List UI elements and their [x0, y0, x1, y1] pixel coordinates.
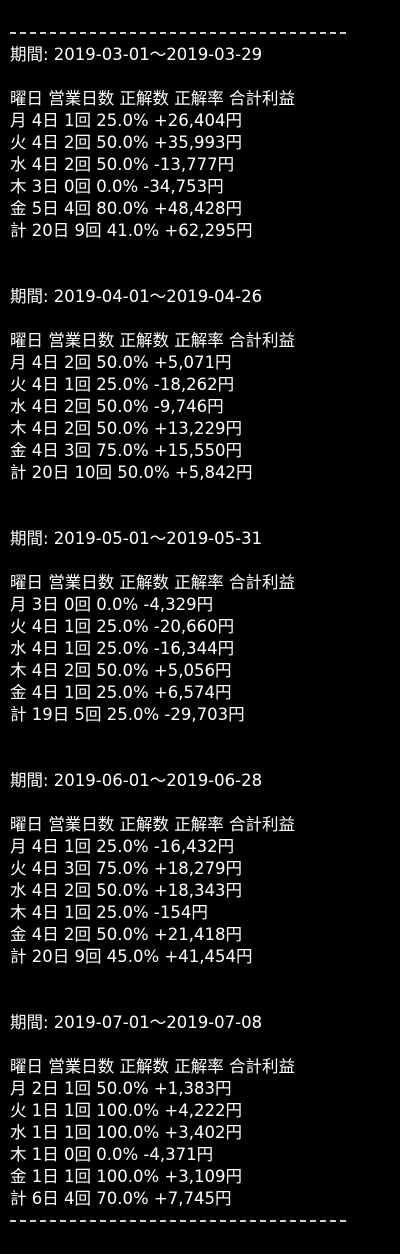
row-total: 計 20日 9回 41.0% +62,295円 — [10, 221, 253, 240]
row-total: 計 19日 5回 25.0% -29,703円 — [10, 705, 245, 724]
row-thursday: 木 4日 1回 25.0% -154円 — [10, 903, 208, 922]
period-label: 期間: 2019-03-01〜2019-03-29 — [10, 45, 263, 64]
period-section: 期間: 2019-06-01〜2019-06-28 曜日 営業日数 正解数 正解… — [10, 770, 395, 968]
row-total: 計 6日 4回 70.0% +7,745円 — [10, 1189, 232, 1208]
row-thursday: 木 4日 2回 50.0% +5,056円 — [10, 661, 232, 680]
row-tuesday: 火 4日 3回 75.0% +18,279円 — [10, 859, 242, 878]
column-header: 曜日 営業日数 正解数 正解率 合計利益 — [10, 89, 295, 108]
row-wednesday: 水 1日 1回 100.0% +3,402円 — [10, 1123, 242, 1142]
row-tuesday: 火 4日 2回 50.0% +35,993円 — [10, 133, 242, 152]
row-thursday: 木 4日 2回 50.0% +13,229円 — [10, 419, 242, 438]
row-friday: 金 4日 3回 75.0% +15,550円 — [10, 441, 242, 460]
period-label: 期間: 2019-06-01〜2019-06-28 — [10, 771, 263, 790]
row-thursday: 木 3日 0回 0.0% -34,753円 — [10, 177, 224, 196]
row-monday: 月 2日 1回 50.0% +1,383円 — [10, 1079, 232, 1098]
top-separator — [10, 32, 346, 36]
row-friday: 金 4日 2回 50.0% +21,418円 — [10, 925, 242, 944]
row-monday: 月 4日 1回 25.0% +26,404円 — [10, 111, 242, 130]
row-wednesday: 水 4日 2回 50.0% -9,746円 — [10, 397, 224, 416]
row-total: 計 20日 9回 45.0% +41,454円 — [10, 947, 253, 966]
period-label: 期間: 2019-07-01〜2019-07-08 — [10, 1013, 263, 1032]
column-header: 曜日 営業日数 正解数 正解率 合計利益 — [10, 573, 295, 592]
period-label: 期間: 2019-05-01〜2019-05-31 — [10, 529, 263, 548]
row-friday: 金 5日 4回 80.0% +48,428円 — [10, 199, 242, 218]
period-section: 期間: 2019-05-01〜2019-05-31 曜日 営業日数 正解数 正解… — [10, 528, 395, 726]
row-monday: 月 4日 2回 50.0% +5,071円 — [10, 353, 232, 372]
row-wednesday: 水 4日 2回 50.0% -13,777円 — [10, 155, 235, 174]
page: 期間: 2019-03-01〜2019-03-29 曜日 営業日数 正解数 正解… — [0, 0, 400, 1254]
row-monday: 月 4日 1回 25.0% -16,432円 — [10, 837, 235, 856]
period-section: 期間: 2019-03-01〜2019-03-29 曜日 営業日数 正解数 正解… — [10, 44, 395, 242]
column-header: 曜日 営業日数 正解数 正解率 合計利益 — [10, 815, 295, 834]
row-wednesday: 水 4日 1回 25.0% -16,344円 — [10, 639, 235, 658]
row-tuesday: 火 1日 1回 100.0% +4,222円 — [10, 1101, 242, 1120]
row-tuesday: 火 4日 1回 25.0% -20,660円 — [10, 617, 235, 636]
row-friday: 金 1日 1回 100.0% +3,109円 — [10, 1167, 242, 1186]
period-label: 期間: 2019-04-01〜2019-04-26 — [10, 287, 263, 306]
row-tuesday: 火 4日 1回 25.0% -18,262円 — [10, 375, 235, 394]
row-monday: 月 3日 0回 0.0% -4,329円 — [10, 595, 214, 614]
row-total: 計 20日 10回 50.0% +5,842円 — [10, 463, 253, 482]
column-header: 曜日 営業日数 正解数 正解率 合計利益 — [10, 331, 295, 350]
column-header: 曜日 営業日数 正解数 正解率 合計利益 — [10, 1057, 295, 1076]
period-section: 期間: 2019-04-01〜2019-04-26 曜日 営業日数 正解数 正解… — [10, 286, 395, 484]
bottom-separator — [10, 1220, 346, 1224]
period-section: 期間: 2019-07-01〜2019-07-08 曜日 営業日数 正解数 正解… — [10, 1012, 395, 1210]
row-friday: 金 4日 1回 25.0% +6,574円 — [10, 683, 232, 702]
row-wednesday: 水 4日 2回 50.0% +18,343円 — [10, 881, 242, 900]
row-thursday: 木 1日 0回 0.0% -4,371円 — [10, 1145, 214, 1164]
